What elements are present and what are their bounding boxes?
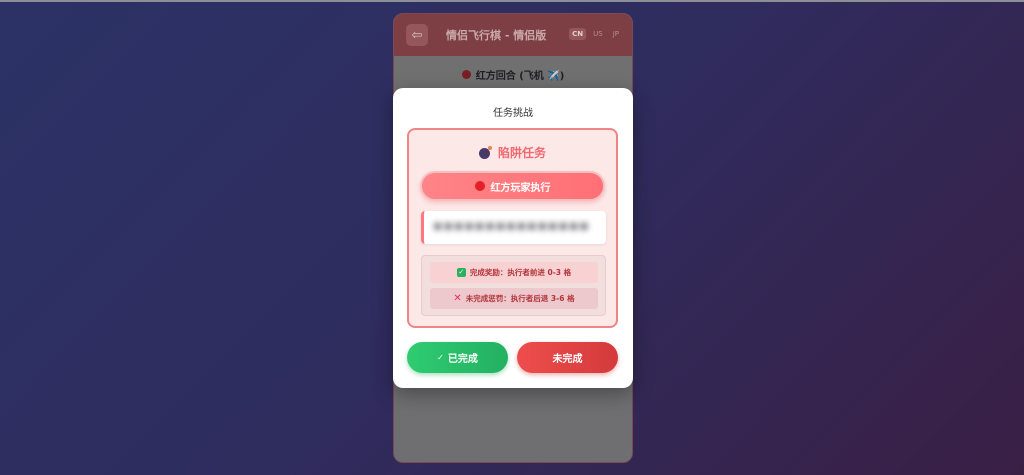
reward-row: ✓ 完成奖励：执行者前进 0-3 格: [430, 262, 598, 283]
turn-color-dot: [461, 69, 471, 79]
checkbox-check-icon: ✓: [456, 268, 466, 277]
task-challenge-modal: 任务挑战 陷阱任务 红方玩家执行 ■■■■■■■■■■■■■■■ ✓ 完成奖励：…: [393, 88, 633, 388]
reward-penalty-box: ✓ 完成奖励：执行者前进 0-3 格 ✕ 未完成惩罚：执行者后退 3-6 格: [421, 255, 606, 316]
not-completed-button-label: 未完成: [552, 354, 583, 365]
window-top-border: [0, 0, 1024, 2]
task-description-box: ■■■■■■■■■■■■■■■: [421, 211, 606, 244]
completed-button[interactable]: ✓ 已完成: [407, 342, 508, 373]
language-switcher: CN US JP: [569, 28, 622, 40]
executing-player-label: 红方玩家执行: [490, 182, 551, 194]
modal-title: 任务挑战: [493, 108, 533, 119]
task-description: ■■■■■■■■■■■■■■■: [433, 221, 590, 232]
check-icon: ✓: [437, 353, 444, 362]
reward-text: 完成奖励：执行者前进 0-3 格: [469, 268, 572, 277]
penalty-text: 未完成惩罚：执行者后退 3-6 格: [465, 294, 575, 303]
app-header: ⇦ 情侣飞行棋 - 情侣版 CN US JP: [394, 14, 632, 56]
lang-us-button[interactable]: US: [590, 28, 606, 40]
cross-icon: ✕: [453, 293, 462, 304]
lang-cn-button[interactable]: CN: [569, 28, 587, 40]
executing-player-badge: 红方玩家执行: [420, 171, 605, 201]
turn-indicator: 红方回合 (飞机 ✈️): [475, 70, 565, 82]
task-card: 陷阱任务 红方玩家执行 ■■■■■■■■■■■■■■■ ✓ 完成奖励：执行者前进…: [407, 128, 618, 328]
bomb-icon: [478, 146, 492, 159]
app-title: 情侣飞行棋 - 情侣版: [446, 29, 547, 42]
completed-button-label: 已完成: [447, 354, 478, 365]
arrow-left-icon: ⇦: [411, 27, 423, 43]
task-name: 陷阱任务: [497, 146, 546, 160]
task-header: 陷阱任务: [409, 144, 616, 161]
penalty-row: ✕ 未完成惩罚：执行者后退 3-6 格: [430, 288, 598, 309]
lang-jp-button[interactable]: JP: [610, 28, 622, 40]
not-completed-button[interactable]: 未完成: [517, 342, 618, 373]
player-color-dot: [474, 181, 485, 191]
back-button[interactable]: ⇦: [406, 24, 428, 46]
